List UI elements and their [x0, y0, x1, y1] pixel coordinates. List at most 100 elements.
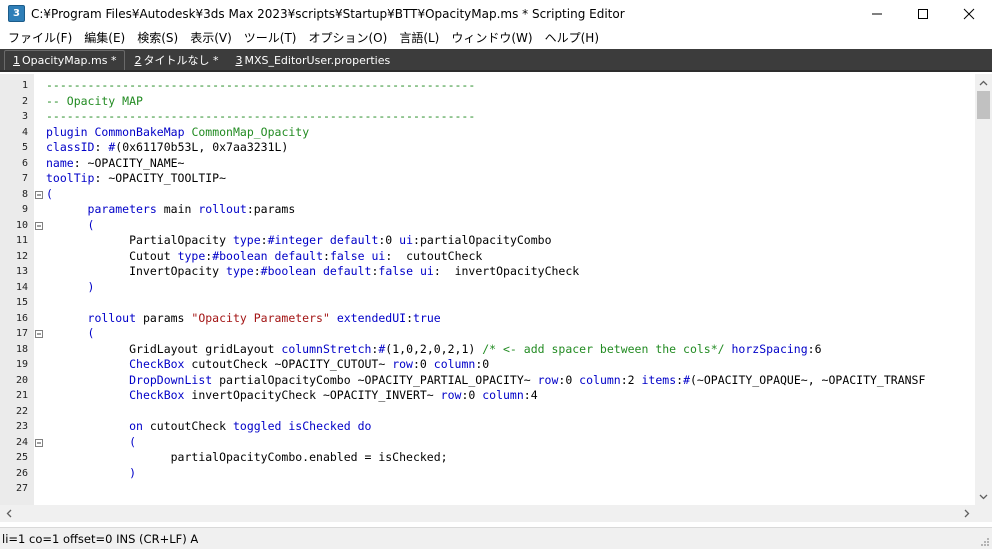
code-line[interactable]: 23 on cutoutCheck toggled isChecked do	[0, 419, 975, 435]
code-token: :	[323, 248, 330, 263]
code-text: on cutoutCheck toggled isChecked do	[46, 419, 371, 435]
code-line[interactable]: 24 (	[0, 435, 975, 451]
code-line[interactable]: 15	[0, 295, 975, 311]
code-line[interactable]: 4 plugin CommonBakeMap CommonMap_Opacity	[0, 125, 975, 141]
tab-untitled[interactable]: 2 タイトルなし *	[126, 50, 227, 70]
fold-minus-icon[interactable]	[34, 221, 44, 231]
line-number: 4	[21, 126, 28, 138]
code-line[interactable]: 13 InvertOpacity type:#boolean default:f…	[0, 264, 975, 280]
code-line[interactable]: 21 CheckBox invertOpacityCheck ~OPACITY_…	[0, 388, 975, 404]
tab-opacitymap[interactable]: 1 OpacityMap.ms *	[4, 50, 126, 70]
code-token: CheckBox	[129, 357, 185, 371]
scroll-up-button[interactable]	[975, 74, 992, 91]
code-line[interactable]: 12 Cutout type:#boolean default:false ui…	[0, 249, 975, 265]
fold-minus-icon[interactable]	[34, 190, 44, 200]
horizontal-scrollbar[interactable]	[0, 505, 975, 522]
code-line[interactable]: 11 PartialOpacity type:#integer default:…	[0, 233, 975, 249]
menu-options[interactable]: オプション(O)	[303, 27, 394, 49]
code-line[interactable]: 16 rollout params "Opacity Parameters" e…	[0, 311, 975, 327]
code-token: #boolean	[260, 264, 317, 278]
code-token: parameters	[87, 202, 157, 216]
code-token: params	[136, 310, 192, 325]
code-text: -- Opacity MAP	[46, 94, 143, 110]
chevron-up-icon	[979, 80, 988, 85]
code-token: default	[322, 264, 372, 278]
maximize-button[interactable]	[900, 0, 946, 27]
app-icon-glyph: 3	[13, 8, 20, 19]
fold-minus-icon[interactable]	[34, 438, 44, 448]
code-line[interactable]: 17 (	[0, 326, 975, 342]
code-text: CheckBox cutoutCheck ~OPACITY_CUTOUT~ ro…	[46, 357, 489, 373]
code-text: InvertOpacity type:#boolean default:fals…	[46, 264, 579, 280]
line-number: 22	[15, 405, 28, 417]
code-token: do	[357, 419, 372, 433]
resize-grip-icon[interactable]	[978, 535, 990, 547]
code-token: ----------------------------------------…	[46, 78, 476, 92]
code-line[interactable]: 14 )	[0, 280, 975, 296]
code-token: :	[260, 233, 268, 247]
code-line[interactable]: 25 partialOpacityCombo.enabled = isCheck…	[0, 450, 975, 466]
menu-view[interactable]: 表示(V)	[184, 27, 238, 49]
code-line[interactable]: 8(	[0, 187, 975, 203]
minimize-button[interactable]	[854, 0, 900, 27]
line-number: 1	[21, 80, 28, 91]
code-line[interactable]: 10 (	[0, 218, 975, 234]
code-token: GridLayout gridLayout	[46, 341, 282, 356]
menu-language[interactable]: 言語(L)	[393, 27, 445, 49]
code-token: plugin	[46, 124, 88, 139]
line-number: 7	[21, 173, 28, 184]
code-token: main	[156, 202, 199, 216]
fold-minus-icon[interactable]	[34, 329, 44, 339]
code-text: rollout params "Opacity Parameters" exte…	[46, 311, 441, 327]
scroll-left-button[interactable]	[0, 505, 17, 522]
menu-window[interactable]: ウィンドウ(W)	[445, 27, 538, 49]
menu-file[interactable]: ファイル(F)	[2, 27, 78, 49]
code-token: items	[641, 372, 677, 387]
code-line[interactable]: 5 classID: #(0x61170b53L, 0x7aa3231L)	[0, 140, 975, 156]
code-token: : ~OPACITY_TOOLTIP~	[94, 171, 227, 185]
vertical-scroll-thumb[interactable]	[977, 91, 990, 119]
code-text: CheckBox invertOpacityCheck ~OPACITY_INV…	[46, 388, 538, 404]
code-line[interactable]: 3 ---------------------------------------…	[0, 109, 975, 125]
code-line[interactable]: 6 name: ~OPACITY_NAME~	[0, 156, 975, 172]
code-token: row	[537, 372, 559, 387]
menu-edit[interactable]: 編集(E)	[78, 27, 131, 49]
code-line[interactable]: 20 DropDownList partialOpacityCombo ~OPA…	[0, 373, 975, 389]
code-line[interactable]: 22	[0, 404, 975, 420]
vertical-scrollbar[interactable]	[975, 74, 992, 505]
code-token: :0	[461, 388, 483, 402]
code-line[interactable]: 18 GridLayout gridLayout columnStretch:#…	[0, 342, 975, 358]
line-number: 2	[21, 95, 28, 107]
code-token: type	[226, 264, 254, 278]
tab-editor-user-properties[interactable]: 3 MXS_EditorUser.properties	[227, 50, 399, 70]
code-token: columnStretch	[281, 341, 372, 356]
code-token: (	[87, 217, 95, 232]
code-line[interactable]: 9 parameters main rollout:params	[0, 202, 975, 218]
code-token: PartialOpacity	[46, 233, 233, 247]
scroll-down-button[interactable]	[975, 488, 992, 505]
menu-search[interactable]: 検索(S)	[131, 27, 184, 49]
code-line[interactable]: 1 ---------------------------------------…	[0, 78, 975, 94]
code-token: Cutout	[46, 248, 178, 263]
close-button[interactable]	[946, 0, 992, 27]
code-token: on	[129, 419, 143, 433]
scroll-right-button[interactable]	[958, 505, 975, 522]
menu-tools[interactable]: ツール(T)	[238, 27, 303, 49]
code-token: false	[378, 264, 414, 278]
menu-help[interactable]: ヘルプ(H)	[539, 27, 605, 49]
code-editor[interactable]: 1 ---------------------------------------…	[0, 74, 975, 505]
code-lines[interactable]: 1 ---------------------------------------…	[0, 78, 975, 497]
code-text: (	[46, 187, 53, 203]
code-token: invertOpacityCheck ~OPACITY_INVERT~	[184, 388, 441, 402]
code-line[interactable]: 2 -- Opacity MAP	[0, 94, 975, 110]
code-text: DropDownList partialOpacityCombo ~OPACIT…	[46, 373, 925, 389]
code-token: #integer	[267, 233, 323, 247]
code-line[interactable]: 27	[0, 481, 975, 497]
code-token: type	[232, 233, 261, 247]
code-line[interactable]: 26 )	[0, 466, 975, 482]
code-token: true	[413, 310, 441, 325]
code-line[interactable]: 7 toolTip: ~OPACITY_TOOLTIP~	[0, 171, 975, 187]
code-line[interactable]: 19 CheckBox cutoutCheck ~OPACITY_CUTOUT~…	[0, 357, 975, 373]
